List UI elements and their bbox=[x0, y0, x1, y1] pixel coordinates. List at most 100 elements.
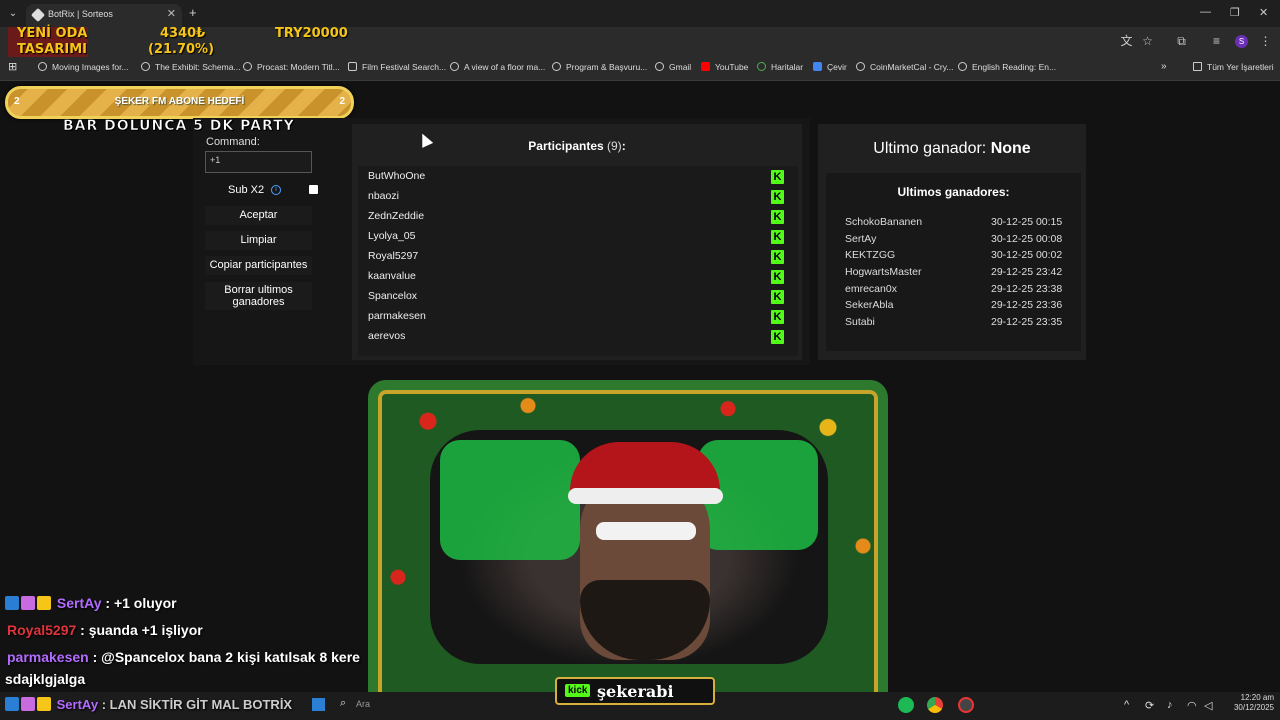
participant-name: Royal5297 bbox=[368, 250, 419, 262]
bookmark-item[interactable]: The Exhibit: Schema... bbox=[141, 62, 241, 72]
bookmark-item[interactable]: A view of a floor ma... bbox=[450, 62, 545, 72]
copy-participants-button[interactable]: Copiar participantes bbox=[205, 256, 312, 275]
sub-x2-checkbox[interactable] bbox=[309, 185, 318, 194]
chat-message: Royal5297 : şuanda +1 işliyor bbox=[5, 622, 203, 638]
santa-hat-trim bbox=[568, 488, 723, 504]
wifi-icon[interactable]: ◠ bbox=[1187, 699, 1197, 712]
botrix-favicon-icon bbox=[30, 7, 46, 23]
winner-name: KEKTZGG bbox=[845, 249, 896, 261]
chrome-icon[interactable] bbox=[927, 697, 943, 713]
command-input[interactable]: +1 bbox=[205, 151, 312, 173]
crown-badge-icon bbox=[37, 697, 51, 711]
taskbar-clock[interactable]: 12:20 am 30/12/2025 bbox=[1222, 693, 1274, 713]
kick-platform-icon: K bbox=[771, 230, 784, 244]
crown-badge-icon bbox=[37, 596, 51, 610]
restore-icon[interactable]: ❐ bbox=[1230, 6, 1240, 19]
microphone-icon[interactable]: ♪ bbox=[1167, 699, 1173, 711]
bookmark-item[interactable]: Gmail bbox=[655, 62, 691, 72]
winners-title: Ultimos ganadores: bbox=[897, 185, 1010, 199]
chat-badge-icon bbox=[21, 697, 35, 711]
winner-name: SchokoBananen bbox=[845, 216, 923, 228]
media-control-icon[interactable]: ≡ bbox=[1210, 35, 1223, 48]
winner-name: Sutabi bbox=[845, 316, 875, 328]
extensions-icon[interactable]: ⧉ bbox=[1175, 35, 1188, 48]
bookmark-item[interactable]: Çevir bbox=[813, 62, 847, 72]
profile-avatar[interactable]: S bbox=[1235, 35, 1248, 48]
bookmark-item[interactable]: YouTube bbox=[701, 62, 748, 72]
bookmark-item[interactable]: Program & Başvuru... bbox=[552, 62, 647, 72]
minimize-icon[interactable]: — bbox=[1200, 6, 1211, 18]
winner-name: SertAy bbox=[845, 233, 877, 245]
globe-icon bbox=[552, 62, 561, 71]
bookmark-star-icon[interactable]: ☆ bbox=[1141, 35, 1154, 48]
delete-last-winners-button[interactable]: Borrar ultimos ganadores bbox=[205, 282, 312, 310]
more-bookmarks-icon[interactable]: » bbox=[1161, 61, 1167, 72]
browser-tab-bar: ⌄ BotRix | Sorteos ✕ + — ❐ ✕ bbox=[0, 0, 1280, 27]
tab-close-icon[interactable]: ✕ bbox=[167, 7, 176, 20]
chat-badge-icon bbox=[5, 697, 19, 711]
chat-text: : şuanda +1 işliyor bbox=[80, 622, 203, 638]
winner-name: SekerAbla bbox=[845, 299, 894, 311]
participants-title-text: Participantes bbox=[528, 139, 604, 153]
tray-sync-icon[interactable]: ⟳ bbox=[1145, 699, 1154, 712]
volume-icon[interactable]: ◁ bbox=[1204, 699, 1212, 712]
participant-row: aerevos K bbox=[368, 328, 788, 346]
windows-start-icon[interactable] bbox=[312, 698, 325, 711]
winner-name: HogwartsMaster bbox=[845, 266, 922, 278]
browser-menu-icon[interactable]: ⋮ bbox=[1259, 35, 1272, 48]
apps-grid-icon[interactable]: ⊞ bbox=[8, 60, 17, 73]
bookmark-item[interactable]: English Reading: En... bbox=[958, 62, 1056, 72]
participant-name: Spancelox bbox=[368, 290, 418, 302]
chat-text: sdajklgjalga bbox=[5, 671, 86, 687]
tray-chevron-icon[interactable]: ^ bbox=[1124, 699, 1129, 711]
translate-icon[interactable]: 文 bbox=[1120, 35, 1133, 48]
taskbar-search-input[interactable]: Ara bbox=[356, 699, 370, 709]
maps-icon bbox=[757, 62, 766, 71]
delete-button-line2: ganadores bbox=[232, 296, 285, 308]
white-sunglasses bbox=[596, 522, 696, 540]
kick-platform-icon: K bbox=[771, 290, 784, 304]
bookmark-item[interactable]: Moving Images for... bbox=[38, 62, 129, 72]
obs-icon[interactable] bbox=[958, 697, 974, 713]
folder-icon bbox=[1193, 62, 1202, 71]
chat-message-continuation: sdajklgjalga bbox=[5, 671, 85, 687]
gmail-icon bbox=[655, 62, 664, 71]
winner-date: 29-12-25 23:35 bbox=[991, 316, 1063, 328]
clear-button[interactable]: Limpiar bbox=[205, 231, 312, 250]
participant-name: kaanvalue bbox=[368, 270, 416, 282]
kick-platform-icon: K bbox=[771, 190, 784, 204]
accept-button[interactable]: Aceptar bbox=[205, 206, 312, 225]
taskbar-search-icon[interactable]: ⌕ bbox=[340, 697, 346, 710]
sub-goal-label: ŞEKER FM ABONE HEDEFİ bbox=[114, 96, 245, 107]
sub-x2-label: Sub X2 bbox=[228, 184, 265, 196]
kick-platform-icon: K bbox=[771, 170, 784, 184]
participant-name: nbaozi bbox=[368, 190, 399, 202]
browser-tab[interactable]: BotRix | Sorteos ✕ bbox=[26, 4, 182, 27]
tab-search-chevron-icon[interactable]: ⌄ bbox=[4, 5, 22, 23]
bookmark-item[interactable]: Film Festival Search... bbox=[348, 62, 446, 72]
bookmark-item[interactable]: CoinMarketCal - Cry... bbox=[856, 62, 953, 72]
close-window-icon[interactable]: ✕ bbox=[1259, 6, 1268, 19]
command-label: Command: bbox=[206, 136, 260, 148]
globe-icon bbox=[243, 62, 252, 71]
participant-name: ButWhoOne bbox=[368, 170, 426, 182]
kick-platform-icon: K bbox=[771, 210, 784, 224]
info-icon[interactable]: i bbox=[271, 185, 281, 195]
participant-name: ZednZeddie bbox=[368, 210, 425, 222]
sub-goal-target: 2 bbox=[339, 96, 345, 107]
ticker-amount: 4340₺ bbox=[160, 26, 206, 41]
donation-ticker: YENİ ODA TASARIMI 4340₺ (21.70%) TRY2000… bbox=[0, 26, 350, 57]
ticker-label-line1: YENİ ODA bbox=[17, 26, 88, 41]
participant-name: aerevos bbox=[368, 330, 406, 342]
new-tab-plus-icon[interactable]: + bbox=[189, 5, 197, 20]
spotify-icon[interactable] bbox=[898, 697, 914, 713]
winner-date: 30-12-25 00:15 bbox=[991, 216, 1063, 228]
bookmark-item[interactable]: Procast: Modern Titl... bbox=[243, 62, 340, 72]
kick-platform-icon: K bbox=[771, 270, 784, 284]
chat-username: parmakesen bbox=[7, 649, 89, 665]
all-bookmarks[interactable]: Tüm Yer İşaretleri bbox=[1193, 62, 1274, 72]
winner-date: 30-12-25 00:08 bbox=[991, 233, 1063, 245]
ticker-goal: TRY20000 bbox=[275, 26, 348, 41]
bookmark-item[interactable]: Haritalar bbox=[757, 62, 803, 72]
participant-name: parmakesen bbox=[368, 310, 426, 322]
